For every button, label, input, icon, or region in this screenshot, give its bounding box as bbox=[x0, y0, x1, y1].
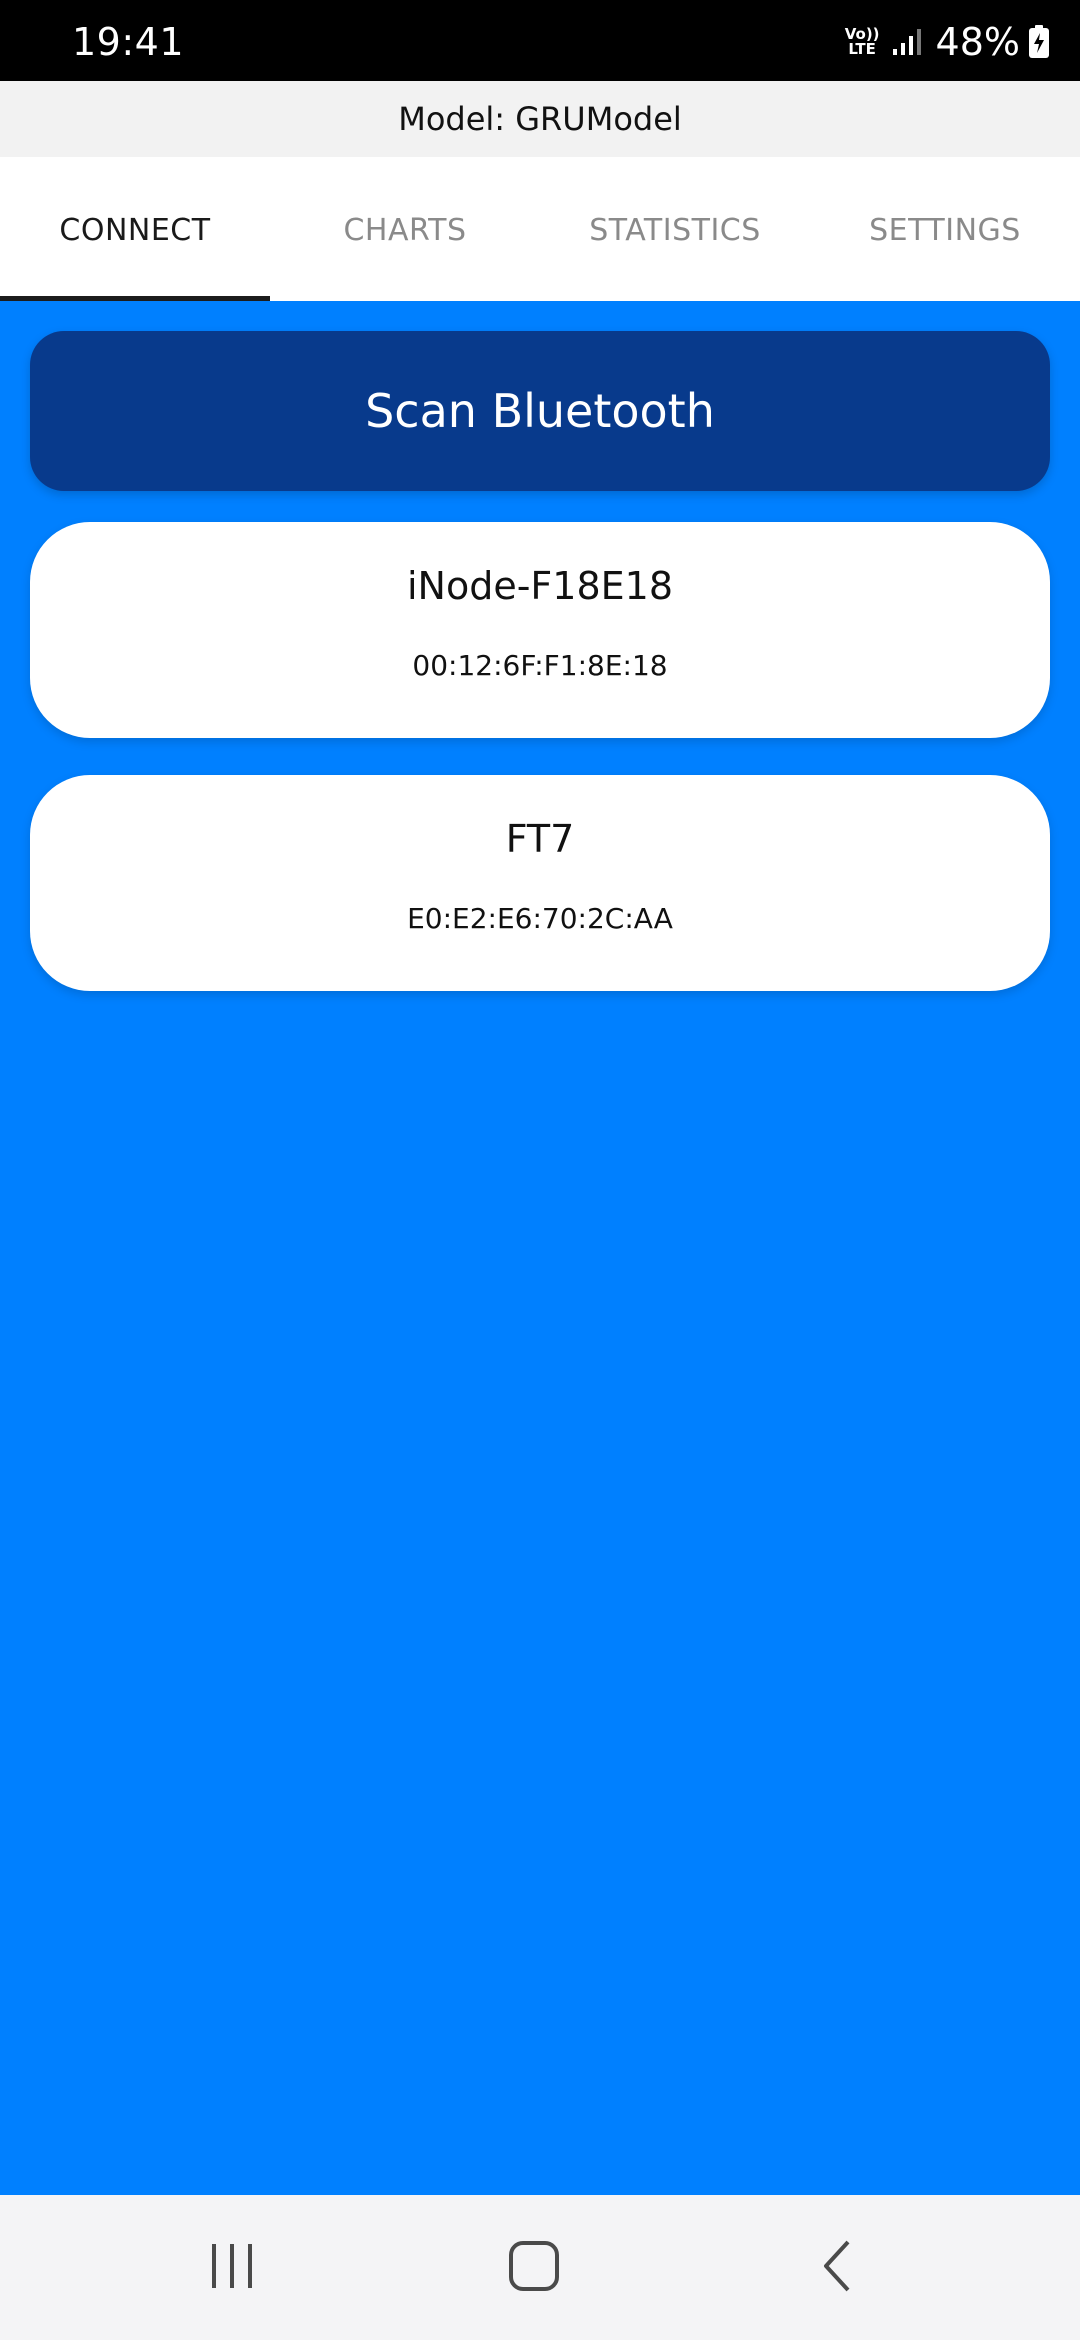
recent-apps-icon bbox=[207, 2241, 257, 2295]
status-icons: Vo)) LTE 48% bbox=[845, 18, 1050, 66]
tab-connect[interactable]: CONNECT bbox=[0, 157, 270, 301]
tab-charts[interactable]: CHARTS bbox=[270, 157, 540, 301]
recent-apps-button[interactable] bbox=[172, 2195, 292, 2340]
device-mac-address: E0:E2:E6:70:2C:AA bbox=[407, 902, 673, 935]
lte-label: LTE bbox=[848, 40, 876, 58]
tab-settings[interactable]: SETTINGS bbox=[810, 157, 1080, 301]
status-time: 19:41 bbox=[72, 20, 185, 64]
device-name: iNode-F18E18 bbox=[406, 564, 674, 608]
back-button[interactable] bbox=[778, 2195, 898, 2340]
home-icon bbox=[507, 2239, 561, 2297]
tab-indicator bbox=[0, 296, 270, 301]
battery-percent: 48% bbox=[935, 20, 1020, 64]
home-button[interactable] bbox=[474, 2195, 594, 2340]
volte-icon: Vo)) LTE bbox=[845, 27, 880, 57]
device-name: FT7 bbox=[505, 817, 575, 861]
device-card[interactable]: FT7 E0:E2:E6:70:2C:AA bbox=[30, 775, 1050, 991]
device-mac-address: 00:12:6F:F1:8E:18 bbox=[412, 649, 668, 682]
signal-icon bbox=[892, 27, 922, 57]
battery-charging-icon bbox=[1028, 25, 1050, 59]
tab-statistics[interactable]: STATISTICS bbox=[540, 157, 810, 301]
back-icon bbox=[818, 2239, 858, 2297]
system-nav-bar bbox=[0, 2195, 1080, 2340]
scan-bluetooth-button[interactable]: Scan Bluetooth bbox=[30, 331, 1050, 491]
tab-bar: CONNECT CHARTS STATISTICS SETTINGS bbox=[0, 157, 1080, 301]
model-label: Model: GRUModel bbox=[0, 81, 1080, 157]
status-bar: 19:41 Vo)) LTE 48% bbox=[0, 0, 1080, 81]
device-card[interactable]: iNode-F18E18 00:12:6F:F1:8E:18 bbox=[30, 522, 1050, 738]
